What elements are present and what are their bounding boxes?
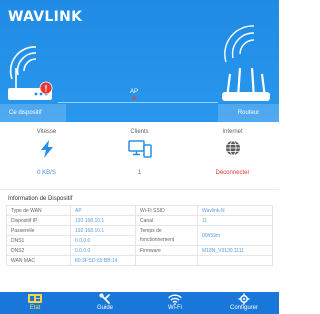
device-label: Ce dispositif (0, 104, 66, 122)
speed-title: Vitesse (36, 129, 57, 135)
ip-label: Dispositif IP (6, 215, 71, 226)
speed-stat: Vitesse 0 KB/S (0, 122, 93, 190)
gear-icon (209, 293, 279, 305)
empty-cell (197, 255, 273, 266)
devices-icon (93, 140, 186, 158)
alert-badge: ! (39, 81, 53, 95)
firmware-value: M18N_V3130.1111 (197, 245, 273, 256)
wan-type-label: Type de WAN (6, 205, 71, 216)
bottom-nav: Etat Guide Wi-Fi Configurer (0, 292, 279, 314)
nav-wifi-label: Wi-Fi (168, 305, 182, 311)
uptime-label: Temps de fonctionnement (135, 225, 198, 246)
nav-guide[interactable]: Guide (70, 292, 140, 314)
internet-stat: Internet Déconnecter (186, 122, 279, 190)
mac-label: WAN MAC (6, 255, 71, 266)
info-section-title: Information de Dispositif (8, 196, 73, 202)
clients-title: Clients (130, 129, 149, 135)
lightning-icon (0, 140, 93, 158)
gateway-label: Passerelle (6, 225, 71, 236)
svg-text:!: ! (45, 84, 48, 94)
disconnected-icon: ✕ (131, 94, 138, 103)
clients-value: 1 (137, 170, 142, 176)
internet-status: Déconnecter (215, 170, 250, 176)
brand-logo: WAVLINK (8, 9, 83, 25)
tools-icon (70, 293, 140, 305)
wifi-icon (140, 293, 210, 305)
dns2-value: 0.0.0.0 (70, 245, 136, 256)
connection-line (58, 102, 218, 103)
nav-configurer[interactable]: Configurer (209, 292, 279, 314)
status-banner: WAVLINK ! AP ✕ Ce dispositif Routeur (0, 0, 279, 122)
device-icon: ! (8, 46, 53, 100)
dns2-label: DNS2 (6, 245, 71, 256)
gateway-value: 192.168.10.1 (70, 225, 136, 236)
wan-type-value: AP (70, 205, 136, 216)
dns1-value: 0.0.0.0 (70, 235, 136, 246)
clients-stat[interactable]: Clients 1 (93, 122, 186, 190)
ip-value: 192.168.10.1 (70, 215, 136, 226)
uptime-value: 00h59m (197, 225, 273, 246)
empty-cell (135, 255, 198, 266)
router-icon (222, 25, 270, 101)
nav-etat-label: Etat (29, 305, 41, 311)
channel-label: Canal (135, 215, 198, 226)
firmware-label: Firmware (135, 245, 198, 256)
speed-value: 0 KB/S (37, 170, 56, 176)
nav-configurer-label: Configurer (229, 305, 258, 311)
channel-value: 11 (197, 215, 273, 226)
nav-guide-label: Guide (96, 305, 113, 311)
device-info-table: Type de WAN AP Wi-Fi SSID Wavlink-N Disp… (6, 205, 273, 266)
mac-value: 80:3F:5D:65:BB:14 (70, 255, 136, 266)
dns1-label: DNS1 (6, 235, 71, 246)
internet-title: Internet (222, 129, 243, 135)
stats-panel: Vitesse 0 KB/S Clients 1 Internet Déconn… (0, 122, 279, 190)
globe-icon (186, 140, 279, 158)
router-label: Routeur (218, 104, 279, 122)
dashboard-icon (0, 293, 70, 305)
ssid-value: Wavlink-N (197, 205, 273, 216)
nav-wifi[interactable]: Wi-Fi (140, 292, 210, 314)
ssid-label: Wi-Fi SSID (135, 205, 198, 216)
nav-etat[interactable]: Etat (0, 292, 70, 314)
